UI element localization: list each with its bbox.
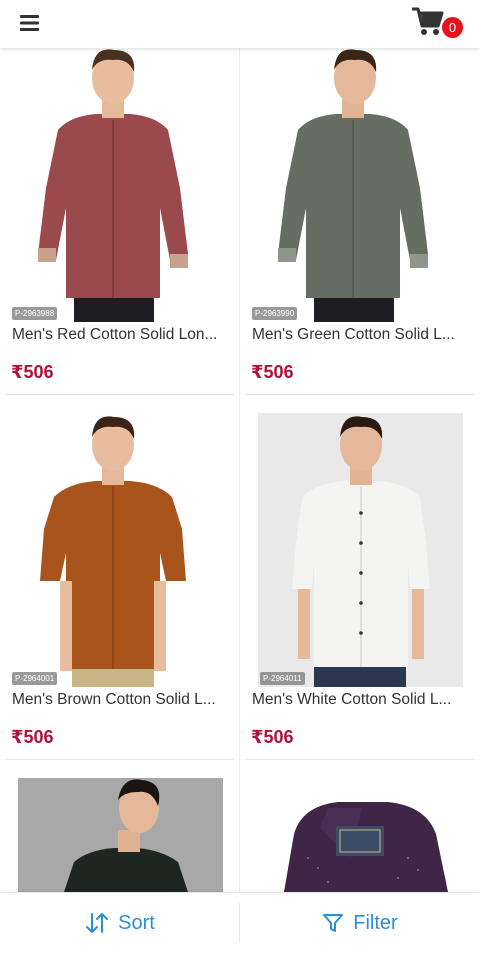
product-code-tag: P-2964001 <box>12 672 58 685</box>
product-name: Men's Red Cotton Solid Lon... <box>12 326 218 343</box>
product-name: Men's Green Cotton Solid L... <box>252 326 455 343</box>
sort-arrows-icon <box>86 913 109 933</box>
product-grid: P-2963988 Men's Red Cotton Solid Lon... … <box>0 48 480 892</box>
product-name: Men's White Cotton Solid L... <box>252 691 452 708</box>
product-card[interactable] <box>0 778 228 892</box>
shopping-cart-icon <box>412 7 444 35</box>
row-divider <box>6 759 234 760</box>
hamburger-menu-icon[interactable] <box>18 12 44 34</box>
product-code-tag: P-2964011 <box>260 672 305 685</box>
product-image: P-2964001 <box>10 413 215 687</box>
product-image: P-2963988 <box>10 48 215 322</box>
product-code-tag: P-2963990 <box>252 307 298 320</box>
product-image: P-2963990 <box>250 48 455 322</box>
cart-count-badge: 0 <box>442 17 463 38</box>
product-image <box>258 778 463 892</box>
product-price: ₹506 <box>11 362 54 382</box>
filter-label: Filter <box>353 911 398 934</box>
row-divider <box>6 394 234 395</box>
product-card[interactable]: P-2964011 Men's White Cotton Solid L... … <box>240 413 474 761</box>
product-name: Men's Brown Cotton Solid L... <box>12 691 216 708</box>
product-image <box>18 778 223 892</box>
product-card[interactable]: P-2964001 Men's Brown Cotton Solid L... … <box>0 413 234 761</box>
row-divider <box>246 394 474 395</box>
cart-button[interactable]: 0 <box>410 4 466 40</box>
product-price: ₹506 <box>11 727 54 747</box>
bottom-action-bar: Sort Filter <box>0 892 480 953</box>
filter-button[interactable]: Filter <box>240 893 479 953</box>
filter-funnel-icon <box>323 914 344 932</box>
sort-label: Sort <box>118 911 155 934</box>
product-card[interactable]: P-2963990 Men's Green Cotton Solid L... … <box>240 48 474 396</box>
top-app-bar: 0 <box>0 0 480 48</box>
sort-button[interactable]: Sort <box>0 893 239 953</box>
row-divider <box>246 759 474 760</box>
product-price: ₹506 <box>251 362 294 382</box>
product-card[interactable] <box>240 778 468 892</box>
product-price: ₹506 <box>251 727 294 747</box>
product-card[interactable]: P-2963988 Men's Red Cotton Solid Lon... … <box>0 48 234 396</box>
product-code-tag: P-2963988 <box>12 307 58 320</box>
product-image: P-2964011 <box>258 413 463 687</box>
